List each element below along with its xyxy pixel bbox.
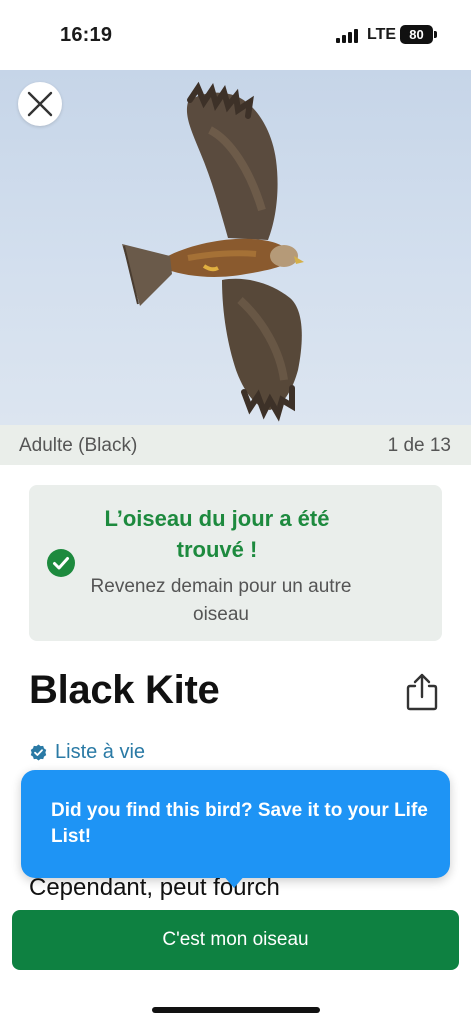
photo-caption: Adulte (Black) bbox=[19, 435, 138, 456]
bird-of-the-day-card: L’oiseau du jour a été trouvé ! Revenez … bbox=[29, 485, 442, 641]
status-bar: 16:19 LTE 80 bbox=[0, 0, 471, 70]
bird-photo bbox=[0, 70, 471, 425]
life-list-label: Liste à vie bbox=[55, 741, 146, 763]
status-time: 16:19 bbox=[60, 24, 113, 46]
bird-illustration bbox=[122, 81, 304, 422]
tooltip-tail bbox=[222, 874, 246, 888]
home-indicator[interactable] bbox=[152, 1007, 320, 1013]
tooltip-text: Did you find this bird? Save it to your … bbox=[51, 800, 428, 847]
save-to-life-list-tooltip[interactable]: Did you find this bird? Save it to your … bbox=[21, 770, 450, 878]
verified-badge-icon bbox=[30, 744, 47, 761]
photo-caption-bar: Adulte (Black) 1 de 13 bbox=[0, 425, 471, 465]
species-name: Black Kite bbox=[29, 668, 220, 712]
signal-icon bbox=[336, 29, 358, 43]
life-list-link[interactable]: Liste à vie bbox=[30, 741, 145, 764]
its-my-bird-button[interactable]: C'est mon oiseau bbox=[12, 910, 459, 970]
found-title: L’oiseau du jour a été trouvé ! bbox=[104, 506, 330, 562]
photo-counter: 1 de 13 bbox=[387, 435, 451, 456]
battery-icon: 80 bbox=[400, 25, 433, 44]
share-icon[interactable] bbox=[404, 672, 440, 712]
close-icon bbox=[27, 91, 53, 117]
network-type: LTE bbox=[367, 26, 397, 43]
battery-tip bbox=[434, 31, 437, 38]
close-button[interactable] bbox=[18, 82, 62, 126]
check-circle-icon bbox=[47, 549, 75, 577]
found-subtitle: Revenez demain pour un autre oiseau bbox=[90, 576, 352, 625]
